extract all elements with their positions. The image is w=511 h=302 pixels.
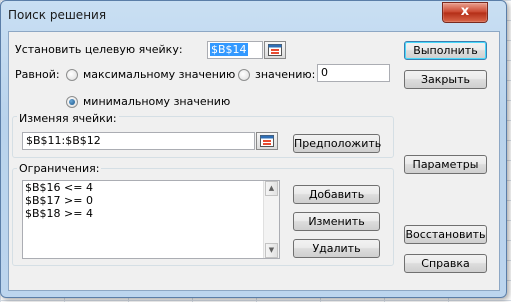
close-window-button[interactable]: x [442, 2, 488, 23]
solve-button-label: Выполнить [413, 44, 478, 57]
guess-button-label: Предположить [294, 137, 382, 150]
constraint-item[interactable]: $B$18 >= 4 [23, 207, 279, 220]
close-button-label: Закрыть [421, 73, 470, 86]
changing-cells-label: Изменяя ячейки: [17, 112, 119, 125]
close-button[interactable]: Закрыть [404, 70, 487, 89]
options-button-label: Параметры [412, 158, 479, 171]
constraints-list[interactable]: $B$16 <= 4 $B$17 >= 0 $B$18 >= 4 ▲ ▼ [22, 180, 280, 259]
change-constraint-button[interactable]: Изменить [293, 212, 380, 231]
constraints-label: Ограничения: [17, 162, 102, 175]
radio-min-label: минимальному значению [83, 95, 231, 108]
dialog-title: Поиск решения [8, 8, 107, 22]
radio-value-label: значению: [255, 68, 316, 81]
constraint-item[interactable]: $B$17 >= 0 [23, 194, 279, 207]
change-button-label: Изменить [308, 215, 365, 228]
target-cell-label: Установить целевую ячейку: [15, 43, 183, 56]
radio-max-label: максимальному значению [83, 68, 236, 81]
radio-min[interactable] [66, 96, 78, 108]
delete-constraint-button[interactable]: Удалить [293, 239, 380, 258]
dialog-body: Установить целевую ячейку: $B$14 Равной:… [8, 31, 500, 291]
target-cell-input[interactable]: $B$14 [207, 41, 263, 59]
changing-cells-input[interactable]: $B$11:$B$12 [22, 132, 255, 150]
scroll-up-icon[interactable]: ▲ [265, 181, 278, 196]
constraints-scrollbar[interactable]: ▲ ▼ [263, 181, 279, 258]
constraint-item[interactable]: $B$16 <= 4 [23, 181, 279, 194]
range-select-icon [260, 135, 274, 147]
title-bar[interactable]: Поиск решения x [1, 1, 506, 29]
delete-button-label: Удалить [312, 242, 361, 255]
close-icon: x [460, 4, 470, 19]
options-button[interactable]: Параметры [404, 155, 487, 174]
value-of-input[interactable]: 0 [317, 64, 390, 82]
help-button[interactable]: Справка [404, 254, 487, 273]
solve-button[interactable]: Выполнить [404, 41, 487, 60]
changing-cells-ref-button[interactable] [256, 132, 278, 150]
reset-all-button[interactable]: Восстановить [404, 225, 487, 244]
add-constraint-button[interactable]: Добавить [293, 185, 380, 204]
radio-max[interactable] [66, 69, 78, 81]
help-button-label: Справка [421, 257, 470, 270]
scroll-down-icon[interactable]: ▼ [265, 243, 278, 258]
reset-button-label: Восстановить [405, 228, 486, 241]
radio-value[interactable] [238, 69, 250, 81]
range-select-icon [268, 44, 282, 56]
solver-dialog: Поиск решения x Установить целевую ячейк… [0, 0, 507, 298]
add-button-label: Добавить [308, 188, 365, 201]
equal-to-label: Равной: [15, 68, 60, 81]
target-ref-button[interactable] [264, 41, 286, 59]
guess-button[interactable]: Предположить [293, 134, 382, 153]
target-cell-value: $B$14 [210, 43, 248, 56]
